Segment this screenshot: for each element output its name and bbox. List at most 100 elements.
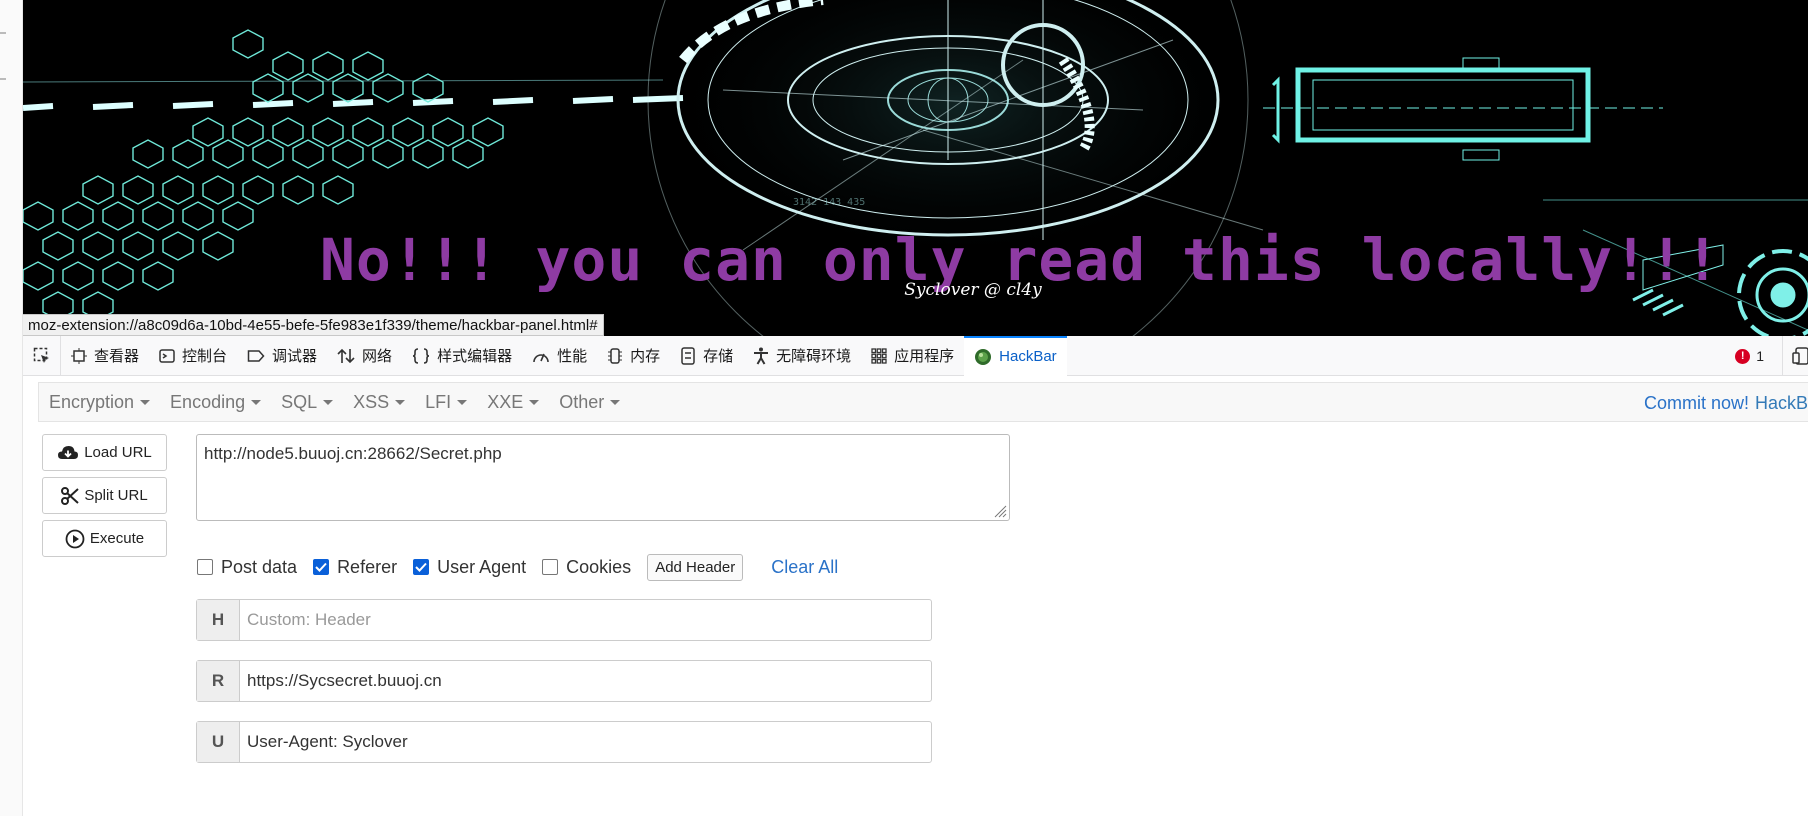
- user-agent-header-row: U User-Agent: Syclover: [196, 721, 932, 763]
- referer-checkbox[interactable]: [313, 559, 330, 575]
- button-label: Split URL: [84, 487, 148, 504]
- tab-debugger[interactable]: 调试器: [237, 336, 327, 376]
- commit-now-link[interactable]: Commit now!: [1644, 393, 1749, 414]
- menu-label: LFI: [425, 391, 452, 412]
- url-text: http://node5.buuoj.cn:28662/Secret.php: [204, 444, 502, 463]
- header-key: H: [197, 600, 240, 640]
- referer-header-row: R https://Sycsecret.buuoj.cn: [196, 660, 932, 702]
- inspector-icon: [71, 347, 87, 364]
- menu-xxe[interactable]: XXE: [477, 392, 549, 413]
- hackbar-icon: [975, 348, 992, 365]
- menu-lfi[interactable]: LFI: [415, 392, 477, 413]
- console-icon: [159, 348, 175, 363]
- menu-label: XXE: [487, 391, 524, 412]
- post-data-option[interactable]: Post data: [197, 557, 297, 578]
- tab-performance[interactable]: 性能: [522, 336, 597, 376]
- request-options: Post data Referer User Agent Cookies Add…: [197, 553, 838, 581]
- tab-style-editor[interactable]: 样式编辑器: [402, 336, 522, 376]
- style-editor-icon: [413, 347, 430, 364]
- referer-input[interactable]: https://Sycsecret.buuoj.cn: [240, 661, 931, 701]
- option-label: Cookies: [566, 556, 632, 577]
- page-banner: 3142 143 435 No!!! you can only read thi…: [23, 0, 1808, 336]
- svg-text:3142 143 435: 3142 143 435: [793, 197, 865, 208]
- element-picker-icon: [33, 347, 49, 363]
- error-count: 1: [1756, 348, 1764, 364]
- resize-grip-icon[interactable]: [991, 502, 1007, 518]
- storage-icon: [681, 346, 695, 365]
- header-key: R: [197, 661, 240, 701]
- menu-xss[interactable]: XSS: [343, 392, 415, 413]
- network-icon: [337, 348, 355, 363]
- option-label: User Agent: [437, 556, 527, 577]
- menu-encryption[interactable]: Encryption: [39, 392, 160, 413]
- user-agent-option[interactable]: User Agent: [413, 557, 526, 578]
- caret-down-icon: [529, 399, 540, 405]
- option-label: Post data: [221, 556, 298, 577]
- post-data-checkbox[interactable]: [197, 559, 213, 575]
- menu-label: Encoding: [170, 391, 246, 412]
- play-circle-icon: [65, 529, 85, 548]
- tab-label: 应用程序: [894, 348, 955, 365]
- tab-console[interactable]: 控制台: [149, 336, 237, 376]
- tab-inspector[interactable]: 查看器: [61, 336, 149, 376]
- tab-hackbar[interactable]: HackBar: [964, 335, 1067, 376]
- menu-label: Other: [559, 391, 605, 412]
- commit-area: Commit now! HackB: [1644, 383, 1808, 423]
- custom-header-row: H Custom: Header: [196, 599, 932, 641]
- clear-all-link[interactable]: Clear All: [771, 557, 838, 578]
- cloud-download-icon: [58, 445, 79, 459]
- option-label: Referer: [337, 556, 398, 577]
- element-picker-button[interactable]: [23, 335, 61, 376]
- url-textarea[interactable]: http://node5.buuoj.cn:28662/Secret.php: [196, 434, 1010, 521]
- caret-down-icon: [395, 399, 406, 405]
- error-counter[interactable]: ! 1: [1735, 348, 1764, 364]
- dock-options-button[interactable]: [1782, 336, 1808, 376]
- tab-label: HackBar: [999, 348, 1057, 365]
- button-label: Load URL: [84, 444, 152, 461]
- tab-storage[interactable]: 存储: [670, 336, 743, 376]
- caret-down-icon: [610, 399, 621, 405]
- caret-down-icon: [323, 399, 334, 405]
- tab-application[interactable]: 应用程序: [861, 336, 964, 376]
- split-url-button[interactable]: Split URL: [42, 477, 167, 514]
- tab-accessibility[interactable]: 无障碍环境: [743, 336, 861, 376]
- hackbar-brand: HackB: [1754, 392, 1808, 413]
- menu-label: Encryption: [49, 391, 135, 412]
- cookies-checkbox[interactable]: [542, 559, 559, 575]
- devtools-toolbar: 查看器 控制台 调试器 网络 样式编辑器 性能 内存 存储 无障碍环境 应用程序…: [23, 335, 1808, 376]
- load-url-button[interactable]: Load URL: [42, 434, 167, 471]
- add-header-button[interactable]: Add Header: [647, 553, 744, 581]
- menu-encoding[interactable]: Encoding: [160, 392, 271, 413]
- accessibility-icon: [754, 347, 769, 365]
- user-agent-input[interactable]: User-Agent: Syclover: [240, 722, 931, 762]
- tab-label: 样式编辑器: [437, 348, 513, 365]
- caret-down-icon: [140, 399, 151, 405]
- cookies-option[interactable]: Cookies: [542, 557, 631, 578]
- tab-label: 存储: [703, 348, 734, 365]
- tab-label: 无障碍环境: [776, 348, 852, 365]
- tab-label: 内存: [630, 348, 661, 365]
- scissors-icon: [61, 486, 79, 505]
- caret-down-icon: [457, 399, 468, 405]
- performance-icon: [533, 353, 549, 362]
- custom-header-input[interactable]: Custom: Header: [240, 600, 931, 640]
- referer-option[interactable]: Referer: [313, 557, 397, 578]
- caret-down-icon: [251, 399, 262, 405]
- tab-label: 查看器: [94, 348, 140, 365]
- left-sidebar-edge: [0, 0, 23, 816]
- hackbar-menu-bar: Encryption Encoding SQL XSS LFI XXE Othe…: [38, 382, 1808, 422]
- status-bar-url: moz-extension://a8c09d6a-10bd-4e55-befe-…: [23, 314, 604, 336]
- tab-label: 调试器: [272, 348, 318, 365]
- tab-label: 网络: [362, 348, 393, 365]
- tab-label: 性能: [557, 348, 588, 365]
- responsive-mode-icon: [1792, 347, 1808, 365]
- tab-memory[interactable]: 内存: [597, 336, 670, 376]
- tab-network[interactable]: 网络: [327, 336, 402, 376]
- execute-button[interactable]: Execute: [42, 520, 167, 557]
- memory-icon: [608, 347, 623, 364]
- menu-label: XSS: [353, 391, 390, 412]
- menu-other[interactable]: Other: [549, 392, 630, 413]
- user-agent-checkbox[interactable]: [413, 559, 430, 575]
- debugger-icon: [247, 349, 265, 362]
- menu-sql[interactable]: SQL: [271, 392, 343, 413]
